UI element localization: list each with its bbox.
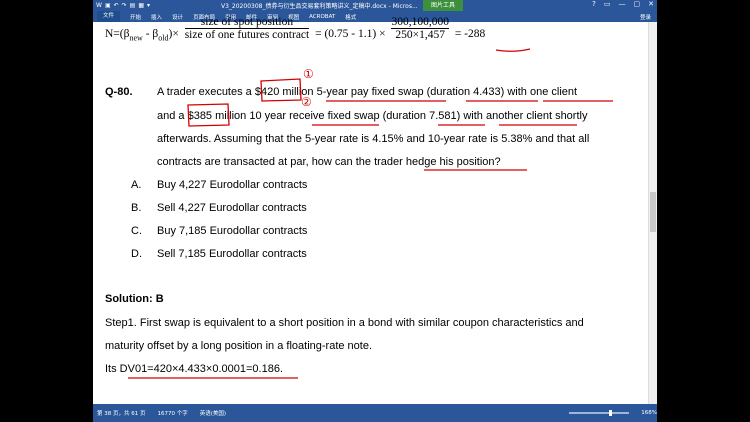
option-a-text: Buy 4,227 Eurodollar contracts [157, 179, 308, 191]
option-d-letter: D. [131, 248, 142, 260]
save-icon[interactable]: ▣ [105, 2, 111, 9]
fraction-2: 300,100,000 250×1,457 [391, 16, 449, 41]
question-line-3: afterwards. Assuming that the 5-year rat… [157, 133, 590, 145]
hedge-formula: N=(βnew - βold)× size of spot position s… [105, 16, 486, 43]
formula-lhs: N=(β [105, 28, 130, 41]
option-d-text: Sell 7,185 Eurodollar contracts [157, 248, 307, 260]
formula-minus: - β [142, 28, 159, 41]
option-b-text: Sell 4,227 Eurodollar contracts [157, 202, 307, 214]
solution-title: Solution: B [105, 293, 164, 305]
question-line-1: A trader executes a $420 million 5-year … [157, 86, 578, 98]
zoom-slider-knob[interactable] [609, 410, 612, 416]
undo-icon[interactable]: ↶ [114, 2, 119, 9]
scrollbar-thumb[interactable] [650, 192, 656, 232]
minimize-icon[interactable]: — [619, 0, 626, 8]
tab-insert[interactable]: 插入 [151, 13, 162, 21]
document-title: V3_20200308_债券与衍生品交易套利策略讲义_定稿中.docx - Mi… [221, 3, 418, 10]
ribbon-display-icon[interactable]: ▭ [604, 0, 611, 8]
open-icon[interactable]: ▤ [130, 2, 136, 9]
ribbon-tabs: 文件 开始 插入 设计 页面布局 引用 邮件 审阅 视图 ACROBAT 格式 … [93, 11, 657, 22]
option-b-letter: B. [131, 202, 142, 214]
sign-in-link[interactable]: 登录 [640, 13, 651, 21]
question-line-4: contracts are transacted at par, how can… [157, 156, 501, 168]
close-icon[interactable]: ✕ [648, 0, 654, 8]
tab-format[interactable]: 格式 [345, 13, 356, 21]
fraction-2-numerator: 300,100,000 [391, 16, 449, 29]
more-icon[interactable]: ▾ [147, 2, 150, 9]
result-underline [495, 48, 531, 52]
option-c-text: Buy 7,185 Eurodollar contracts [157, 225, 308, 237]
word-count[interactable]: 16770 个字 [158, 409, 188, 417]
quick-access-toolbar: W ▣ ↶ ↷ ▤ ▦ ▾ [93, 2, 150, 9]
print-icon[interactable]: ▦ [138, 2, 144, 9]
solution-dv01: Its DV01=420×4.433×0.0001=0.186. [105, 363, 283, 375]
fraction-1: size of spot position size of one future… [184, 16, 310, 41]
option-c-letter: C. [131, 225, 142, 237]
status-bar: 第 38 页，共 61 页 16770 个字 英语(美国) 168% [93, 404, 657, 422]
fraction-1-numerator: size of spot position [184, 16, 310, 29]
fraction-2-denominator: 250×1,457 [395, 29, 445, 41]
tab-file[interactable]: 文件 [97, 11, 121, 22]
redo-icon[interactable]: ↷ [122, 2, 127, 9]
tab-acrobat[interactable]: ACROBAT [309, 14, 335, 20]
formula-result: = -288 [454, 28, 486, 41]
fraction-1-denominator: size of one futures contract [184, 29, 310, 41]
option-a-letter: A. [131, 179, 142, 191]
question-line-2: and a $385 million 10 year receive fixed… [157, 110, 588, 122]
document-page[interactable]: N=(βnew - βold)× size of spot position s… [93, 16, 649, 404]
formula-sub-old: old [158, 33, 169, 43]
word-window: W ▣ ↶ ↷ ▤ ▦ ▾ V3_20200308_债券与衍生品交易套利策略讲义… [93, 0, 657, 422]
vertical-scrollbar[interactable] [648, 22, 657, 404]
question-number: Q-80. [105, 86, 133, 98]
tab-home[interactable]: 开始 [130, 13, 141, 21]
solution-step1-line2: maturity offset by a long position in a … [105, 340, 373, 352]
formula-close: )× [168, 28, 179, 41]
picture-tools-tab[interactable]: 图片工具 [423, 0, 464, 11]
formula-equals: = (0.75 - 1.1) × [315, 28, 386, 41]
title-bar: W ▣ ↶ ↷ ▤ ▦ ▾ V3_20200308_债券与衍生品交易套利策略讲义… [93, 0, 657, 11]
formula-sub-new: new [129, 33, 143, 43]
zoom-slider[interactable] [569, 410, 629, 416]
word-icon: W [96, 2, 102, 9]
zoom-level[interactable]: 168% [641, 410, 657, 416]
tab-design[interactable]: 设计 [172, 13, 183, 21]
help-icon[interactable]: ? [592, 0, 596, 8]
window-controls: ? ▭ — ▢ ✕ [592, 0, 654, 8]
language-indicator[interactable]: 英语(美国) [200, 409, 226, 417]
page-count[interactable]: 第 38 页，共 61 页 [97, 409, 146, 417]
maximize-icon[interactable]: ▢ [634, 0, 641, 8]
annotation-mark-1: ① [303, 67, 314, 81]
solution-step1-line1: Step1. First swap is equivalent to a sho… [105, 317, 584, 329]
